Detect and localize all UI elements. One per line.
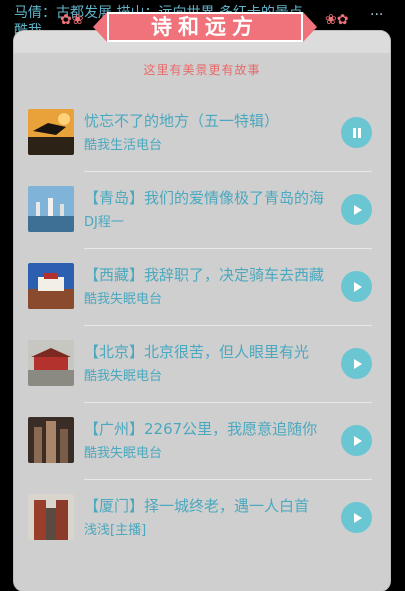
episode-author: 酷我生活电台 (84, 138, 163, 153)
play-button[interactable] (341, 271, 372, 302)
play-icon (353, 204, 362, 215)
episode-author: 酷我失眠电台 (84, 369, 163, 384)
play-icon (353, 281, 362, 292)
episode-author: 酷我失眠电台 (84, 446, 163, 461)
episode-thumbnail (28, 417, 74, 463)
episode-title: 【北京】北京很苦，但人眼里有光 (84, 343, 310, 361)
flower-deco-left-icon: ✿❀ (60, 12, 84, 28)
episode-author: 酷我失眠电台 (84, 292, 163, 307)
play-button[interactable] (341, 348, 372, 379)
episode-author: DJ程一 (84, 215, 124, 230)
episode-thumbnail (28, 186, 74, 232)
episode-title: 【广州】2267公里，我愿意追随你 (84, 420, 318, 438)
episode-thumbnail (28, 263, 74, 309)
episode-title: 忧忘不了的地方（五一特辑） (84, 112, 280, 130)
episode-author: 浅浅[主播] (84, 523, 147, 538)
play-button[interactable] (341, 502, 372, 533)
play-icon (353, 358, 362, 369)
list-item[interactable]: 忧忘不了的地方（五一特辑） 酷我生活电台 (14, 95, 390, 172)
play-button[interactable] (341, 194, 372, 225)
play-icon (353, 512, 362, 523)
pause-icon (352, 127, 361, 138)
list-item[interactable]: 【广州】2267公里，我愿意追随你 酷我失眠电台 (14, 403, 390, 480)
banner-left-tip (93, 12, 107, 42)
play-icon (353, 435, 362, 446)
episode-thumbnail (28, 340, 74, 386)
ticker-more: ... (370, 3, 384, 19)
play-button[interactable] (341, 425, 372, 456)
episode-title: 【青岛】我们的爱情像极了青岛的海 (84, 189, 325, 207)
banner-right-tip (303, 12, 317, 42)
list-item[interactable]: 【北京】北京很苦，但人眼里有光 酷我失眠电台 (14, 326, 390, 403)
list-item[interactable]: 【青岛】我们的爱情像极了青岛的海 DJ程一 (14, 172, 390, 249)
list-item[interactable]: 【厦门】择一城终老，遇一人白首 浅浅[主播] (14, 480, 390, 557)
episode-title: 【西藏】我辞职了，决定骑车去西藏 (84, 266, 325, 284)
list-item[interactable]: 【西藏】我辞职了，决定骑车去西藏 酷我失眠电台 (14, 249, 390, 326)
pause-button[interactable] (341, 117, 372, 148)
panel-subtitle: 这里有美景更有故事 (143, 63, 261, 77)
episode-thumbnail (28, 494, 74, 540)
page-title: 诗和远方 (151, 15, 259, 39)
episode-title: 【厦门】择一城终老，遇一人白首 (84, 497, 310, 515)
episode-thumbnail (28, 109, 74, 155)
flower-deco-right-icon: ❀✿ (325, 12, 349, 28)
title-banner: 诗和远方 (93, 10, 317, 46)
